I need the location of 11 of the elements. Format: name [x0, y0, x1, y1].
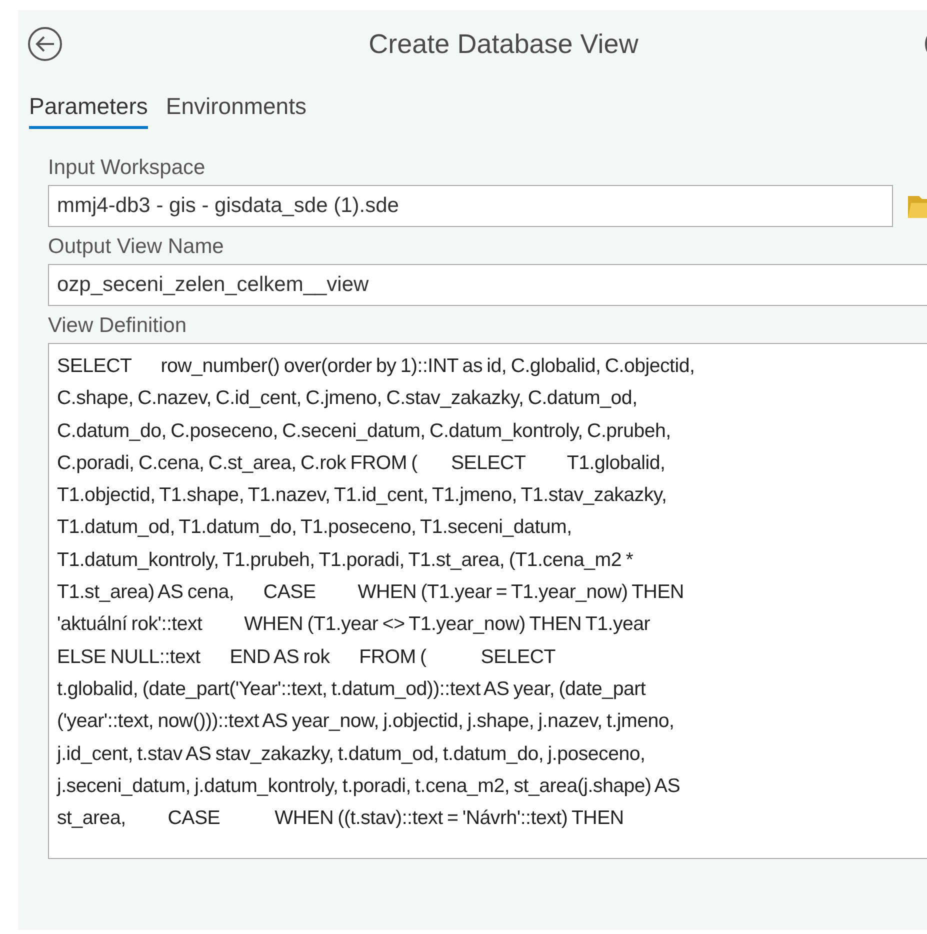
- field-label: Input Workspace: [48, 156, 206, 180]
- sql-text: SELECT row_number() over(order by 1)::INT as id, C.globalid, C.objectid, C.shape, C.nazev, C.id_cent, C.jmeno, C.stav_zakazky, C.datum_od, C.datum_do, C.poseceno, C.seceni_datum, C.datum_kontroly, C.prubeh, C.poradi, C.cena, C.st_area, C.rok FROM ( SELECT T1.globalid, T1.objectid, T1.shape, T1.nazev, T1.id_cent, T1.jmeno, T1.stav_zakazky, T1.datum_od, T1.datum_do, T1.poseceno, T1.seceni_datum, T1.datum_kontroly, T1.prubeh, T1.poradi, T1.st_area, (T1.cena_m2 * T1.st_area) AS cena, CASE WHEN (T1.year = T1.year_now) THEN 'aktuální rok'::text WHEN (T1.year <> T1.year_now) THEN T1.year ELSE NULL::text END AS rok FROM ( SELECT t.globalid, (date_part('Year'::text, t.datum_od))::text AS year, (date_part ('year'::text, now()))::text AS year_now, j.objectid, j.shape, j.nazev, t.jmeno, j.id_cent, t.stav AS stav_zakazky, t.datum_od, t.datum_do, j.poseceno, j.seceni_datum, j.datum_kontroly, t.poradi, t.cena_m2, st_area(j.shape) AS st_area, CASE WHEN ((t.stav)::text = 'Návrh'::text) THEN: [57, 354, 696, 832]
- tab[interactable]: Parameters: [29, 87, 148, 129]
- back-icon[interactable]: [27, 26, 63, 62]
- field-label: View Definition: [48, 314, 188, 338]
- field-label: Output View Name: [48, 235, 225, 259]
- tool-title: Create Database View: [368, 28, 640, 60]
- tab[interactable]: Environments: [166, 87, 306, 129]
- workspace-field[interactable]: mmj4-db3 - gis - gisdata_sde (1).sde: [48, 185, 893, 227]
- view-definition-field[interactable]: [48, 343, 927, 859]
- view-name-field[interactable]: ozp_seceni_zelen_celkem__view: [48, 264, 927, 306]
